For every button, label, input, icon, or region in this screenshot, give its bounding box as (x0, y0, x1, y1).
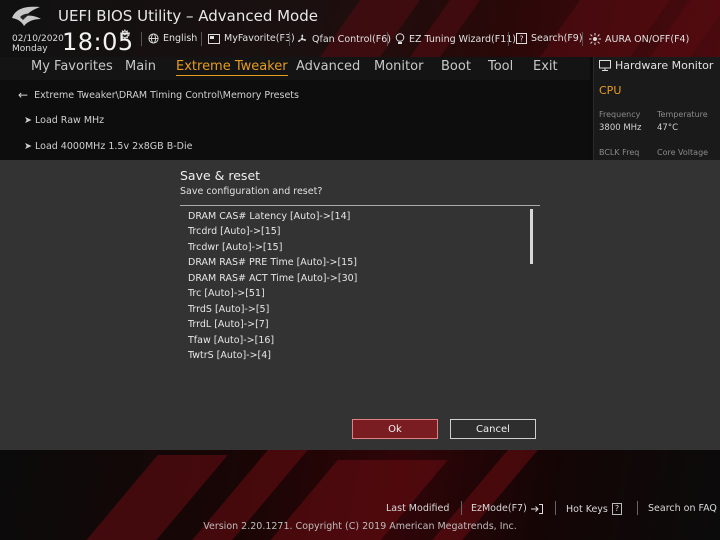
footer-divider (637, 501, 638, 515)
monitor-icon (599, 60, 611, 71)
hw-bclk-label: BCLK Freq (599, 148, 640, 157)
aura-label: AURA ON/OFF(F4) (605, 33, 690, 45)
change-item: Trcdrd [Auto]->[15] (188, 226, 281, 237)
change-item: DRAM RAS# PRE Time [Auto]->[15] (188, 257, 357, 268)
version-text: Version 2.20.1271. Copyright (C) 2019 Am… (203, 521, 517, 532)
myfavorite-label: MyFavorite(F3) (224, 33, 295, 44)
toolbar-divider (289, 32, 290, 46)
hw-temperature-value: 47°C (657, 123, 679, 133)
back-arrow-icon[interactable]: ← (18, 88, 28, 102)
dialog-subtitle: Save configuration and reset? (180, 186, 323, 197)
change-item: DRAM CAS# Latency [Auto]->[14] (188, 211, 351, 222)
breadcrumb[interactable]: ← Extreme Tweaker\DRAM Timing Control\Me… (18, 88, 299, 102)
search-icon: ? (516, 33, 527, 44)
tab-exit[interactable]: Exit (533, 59, 558, 74)
search-button[interactable]: ? Search(F9) (516, 33, 583, 44)
date-display: 02/10/2020 Monday (12, 34, 64, 54)
last-modified-label: Last Modified (386, 503, 450, 514)
date-value: 02/10/2020 (12, 34, 64, 44)
ok-button[interactable]: Ok (352, 419, 438, 439)
change-item: Trc [Auto]->[51] (188, 288, 265, 299)
aura-icon (589, 33, 601, 45)
exit-arrow-icon (530, 503, 543, 514)
toolbar-divider (141, 32, 142, 46)
change-item: TrrdS [Auto]->[5] (188, 304, 270, 315)
footer-divider (555, 501, 556, 515)
chevron-right-icon: ➤ (24, 115, 32, 126)
footer-divider (461, 501, 462, 515)
preset-label: Load 4000MHz 1.5v 2x8GB B-Die (35, 141, 193, 152)
change-item: TrrdL [Auto]->[7] (188, 319, 269, 330)
preset-item[interactable]: ➤ Load Raw MHz (24, 115, 104, 126)
dialog-divider (180, 205, 540, 206)
gear-icon[interactable]: ⚙ (119, 28, 131, 43)
app-title: UEFI BIOS Utility – Advanced Mode (58, 7, 318, 25)
change-item: Trcdwr [Auto]->[15] (188, 242, 283, 253)
hw-core-voltage-label: Core Voltage (657, 148, 709, 157)
day-value: Monday (12, 44, 48, 54)
fan-icon (298, 34, 307, 42)
last-modified-button[interactable]: Last Modified (386, 503, 449, 514)
hotkeys-label: Hot Keys (566, 503, 608, 515)
hw-cpu-heading: CPU (599, 84, 622, 97)
hardware-monitor-title: Hardware Monitor (599, 59, 713, 72)
globe-icon (148, 33, 159, 44)
change-list[interactable]: DRAM CAS# Latency [Auto]->[14] Trcdrd [A… (180, 208, 525, 366)
search-label: Search(F9) (531, 33, 583, 44)
ezmode-label: EzMode(F7) (471, 503, 527, 514)
hw-frequency-label: Frequency (599, 110, 641, 119)
toolbar-divider (508, 32, 509, 46)
tab-tool[interactable]: Tool (488, 59, 513, 74)
hotkeys-button[interactable]: Hot Keys ? (566, 503, 623, 515)
help-key-icon: ? (611, 503, 623, 515)
tab-boot[interactable]: Boot (441, 59, 471, 74)
search-faq-label: Search on FAQ (648, 503, 717, 514)
ez-tuning-label: EZ Tuning Wizard(F11) (409, 33, 517, 45)
toolbar-divider (387, 32, 388, 46)
language-label: English (163, 33, 198, 44)
change-item: TwtrS [Auto]->[4] (188, 350, 271, 361)
tab-advanced[interactable]: Advanced (296, 59, 360, 74)
aura-button[interactable]: AURA ON/OFF(F4) (589, 33, 689, 45)
toolbar-divider (201, 32, 202, 46)
hw-temperature-label: Temperature (657, 110, 708, 119)
hardware-monitor-label: Hardware Monitor (615, 59, 714, 72)
language-button[interactable]: English (148, 33, 197, 44)
chevron-right-icon: ➤ (24, 141, 32, 152)
myfavorite-button[interactable]: MyFavorite(F3) (208, 33, 295, 44)
search-faq-button[interactable]: Search on FAQ (648, 503, 717, 514)
breadcrumb-path: Extreme Tweaker\DRAM Timing Control\Memo… (34, 89, 299, 101)
tab-monitor[interactable]: Monitor (374, 59, 423, 74)
change-item: DRAM RAS# ACT Time [Auto]->[30] (188, 273, 358, 284)
tab-my-favorites[interactable]: My Favorites (31, 59, 113, 74)
list-scrollbar[interactable] (530, 209, 533, 264)
tab-main[interactable]: Main (125, 59, 156, 74)
favorite-icon (208, 33, 220, 44)
cancel-button[interactable]: Cancel (450, 419, 536, 439)
hw-frequency-value: 3800 MHz (599, 123, 642, 133)
toolbar-divider (582, 32, 583, 46)
dialog-title: Save & reset (180, 168, 261, 183)
tab-extreme-tweaker[interactable]: Extreme Tweaker (176, 59, 288, 76)
preset-item[interactable]: ➤ Load 4000MHz 1.5v 2x8GB B-Die (24, 141, 192, 152)
ezmode-button[interactable]: EzMode(F7) (471, 503, 543, 514)
preset-label: Load Raw MHz (35, 115, 105, 126)
change-item: Tfaw [Auto]->[16] (188, 335, 275, 346)
rog-logo-icon (12, 6, 41, 26)
ez-tuning-button[interactable]: EZ Tuning Wizard(F11) (395, 33, 516, 45)
qfan-button[interactable]: Qfan Control(F6) (296, 33, 391, 45)
qfan-label: Qfan Control(F6) (312, 33, 391, 45)
bulb-icon (395, 33, 405, 44)
svg-text:?: ? (519, 35, 523, 44)
